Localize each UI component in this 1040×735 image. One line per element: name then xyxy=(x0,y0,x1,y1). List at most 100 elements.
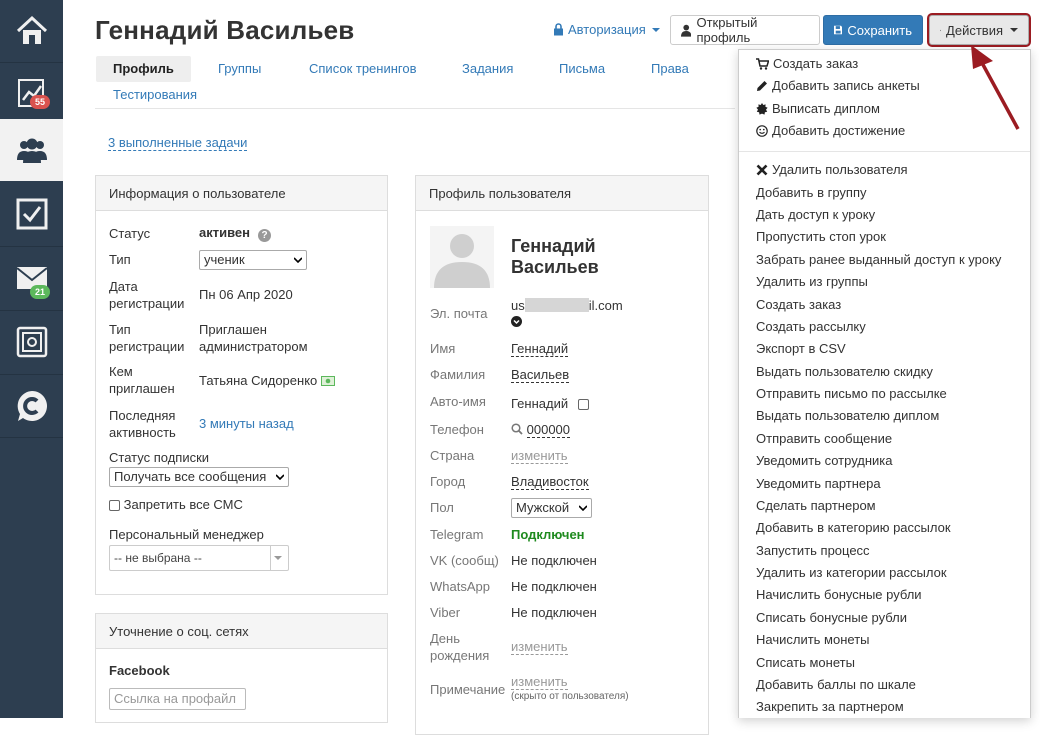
invited-by-label-line2: приглашен xyxy=(109,381,175,396)
menu-item[interactable]: Забрать ранее выданный доступ к уроку xyxy=(756,252,1001,268)
pencil-icon xyxy=(757,81,767,91)
completed-tasks-link[interactable]: 3 выполненные задачи xyxy=(108,135,248,151)
home-icon xyxy=(16,15,47,44)
phone-label: Телефон xyxy=(430,422,484,437)
menu-divider xyxy=(739,151,1030,152)
menu-item[interactable]: Списать бонусные рубли xyxy=(756,610,907,626)
sidebar-item-chat[interactable] xyxy=(0,375,63,437)
chevron-down-icon xyxy=(651,27,660,32)
note-hint: (скрыто от пользователя) xyxy=(511,691,629,702)
sidebar-item-tasks[interactable] xyxy=(0,183,63,245)
menu-item[interactable]: Дать доступ к уроку xyxy=(756,207,875,223)
smile-icon xyxy=(756,125,768,137)
tab-trainings[interactable]: Список тренингов xyxy=(292,56,434,82)
status-label: Статус xyxy=(109,226,151,241)
first-name-value[interactable]: Геннадий xyxy=(511,341,569,357)
sidebar-divider xyxy=(0,437,63,438)
reg-date-label-line2: регистрации xyxy=(109,296,185,311)
menu-item[interactable]: Уведомить партнера xyxy=(756,476,881,492)
save-button[interactable]: Сохранить xyxy=(823,15,923,45)
menu-item[interactable]: Создать рассылку xyxy=(756,319,866,335)
menu-item-issue-diploma[interactable]: Выписать диплом xyxy=(756,101,880,117)
birthday-edit-link[interactable]: изменить xyxy=(511,639,568,655)
email-value: us il.com xyxy=(511,297,623,314)
gender-select-value: Мужской xyxy=(516,500,570,515)
reg-type-label: Тип регистрации xyxy=(109,321,184,355)
money-icon[interactable] xyxy=(320,376,335,386)
sidebar-item-home[interactable] xyxy=(0,0,63,62)
last-activity-label-line1: Последняя xyxy=(109,408,176,423)
manager-select[interactable]: -- не выбрана -- xyxy=(109,545,289,571)
facebook-input[interactable]: Ссылка на профайл xyxy=(109,688,246,710)
menu-item[interactable]: Отправить письмо по рассылке xyxy=(756,386,947,402)
sms-checkbox-row[interactable]: Запретить все СМС xyxy=(109,496,243,513)
tab-groups[interactable]: Группы xyxy=(201,56,278,82)
menu-item[interactable]: Уведомить сотрудника xyxy=(756,453,893,469)
menu-item[interactable]: Удалить из категории рассылок xyxy=(756,565,947,581)
invited-by-label: Кем приглашен xyxy=(109,363,175,397)
menu-item[interactable]: Добавить в категорию рассылок xyxy=(756,520,951,536)
tab-letters[interactable]: Письма xyxy=(542,56,622,82)
actions-dropdown-button[interactable]: Действия xyxy=(929,15,1029,45)
help-icon[interactable]: ? xyxy=(258,229,271,242)
autoname-row: Геннадий xyxy=(511,395,589,412)
menu-item[interactable]: Пропустить стоп урок xyxy=(756,229,886,245)
menu-item-create-order-top[interactable]: Создать заказ xyxy=(756,56,858,72)
open-profile-label: Открытый профиль xyxy=(696,15,758,45)
menu-item[interactable]: Начислить бонусные рубли xyxy=(756,587,922,603)
menu-item[interactable]: Отправить сообщение xyxy=(756,431,892,447)
menu-item[interactable]: Запустить процесс xyxy=(756,543,870,559)
chevron-circle-icon[interactable] xyxy=(511,316,522,327)
gender-select[interactable]: Мужской xyxy=(511,498,592,518)
invited-by-value: Татьяна Сидоренко xyxy=(199,372,335,389)
menu-item[interactable]: Удалить из группы xyxy=(756,274,868,290)
reg-type-label-line1: Тип xyxy=(109,322,131,337)
reg-type-label-line2: регистрации xyxy=(109,339,185,354)
tab-tasks[interactable]: Задания xyxy=(445,56,530,82)
type-select[interactable]: ученик xyxy=(199,250,307,270)
tab-profile[interactable]: Профиль xyxy=(96,56,191,82)
last-activity-label: Последняя активность xyxy=(109,407,176,441)
menu-item-add-form-entry[interactable]: Добавить запись анкеты xyxy=(756,78,920,94)
sms-checkbox[interactable] xyxy=(109,500,120,512)
email-redacted xyxy=(524,298,589,312)
menu-item-delete-user[interactable]: Удалить пользователя xyxy=(756,162,908,178)
menu-item[interactable]: Выдать пользователю диплом xyxy=(756,408,939,424)
menu-item[interactable]: Создать заказ xyxy=(756,297,841,313)
bolt-icon xyxy=(940,29,942,31)
tab-rights[interactable]: Права xyxy=(634,56,706,82)
save-label: Сохранить xyxy=(847,22,912,38)
menu-item[interactable]: Начислить монеты xyxy=(756,632,870,648)
menu-item-add-achievement[interactable]: Добавить достижение xyxy=(756,123,905,139)
note-edit-link[interactable]: изменить xyxy=(511,674,568,690)
sidebar-item-users[interactable] xyxy=(0,119,63,181)
auth-dropdown[interactable]: Авторизация xyxy=(553,22,660,37)
last-name-value[interactable]: Васильев xyxy=(511,367,570,383)
menu-item[interactable]: Сделать партнером xyxy=(756,498,876,514)
subscription-select[interactable]: Получать все сообщения xyxy=(109,467,289,487)
search-icon[interactable] xyxy=(511,423,523,435)
country-edit-link[interactable]: изменить xyxy=(511,448,568,464)
menu-item-label: Создать заказ xyxy=(773,56,859,71)
email-label: Эл. почта xyxy=(430,306,488,321)
phone-value[interactable]: 000000 xyxy=(526,422,571,438)
menu-item[interactable]: Добавить в группу xyxy=(756,185,867,201)
gender-label: Пол xyxy=(430,500,454,515)
open-profile-button[interactable]: Открытый профиль xyxy=(670,15,820,45)
last-activity-link[interactable]: 3 минуты назад xyxy=(199,415,294,432)
menu-item[interactable]: Списать монеты xyxy=(756,655,855,671)
menu-item[interactable]: Добавить баллы по шкале xyxy=(756,677,916,693)
tab-tests[interactable]: Тестирования xyxy=(96,82,214,108)
sidebar-item-reports[interactable]: 55 xyxy=(0,63,63,125)
menu-item[interactable]: Закрепить за партнером xyxy=(756,699,904,715)
menu-item[interactable]: Экспорт в CSV xyxy=(756,341,846,357)
sidebar-item-messages[interactable]: 21 xyxy=(0,247,63,309)
facebook-label: Facebook xyxy=(109,663,170,678)
menu-item[interactable]: Выдать пользователю скидку xyxy=(756,364,933,380)
status-text: активен xyxy=(199,225,250,240)
chevron-down-icon xyxy=(273,556,282,560)
autoname-checkbox[interactable] xyxy=(577,399,589,411)
sidebar-item-sales[interactable] xyxy=(0,311,63,373)
phone-row: 000000 xyxy=(511,421,571,438)
city-value[interactable]: Владивосток xyxy=(511,474,589,490)
